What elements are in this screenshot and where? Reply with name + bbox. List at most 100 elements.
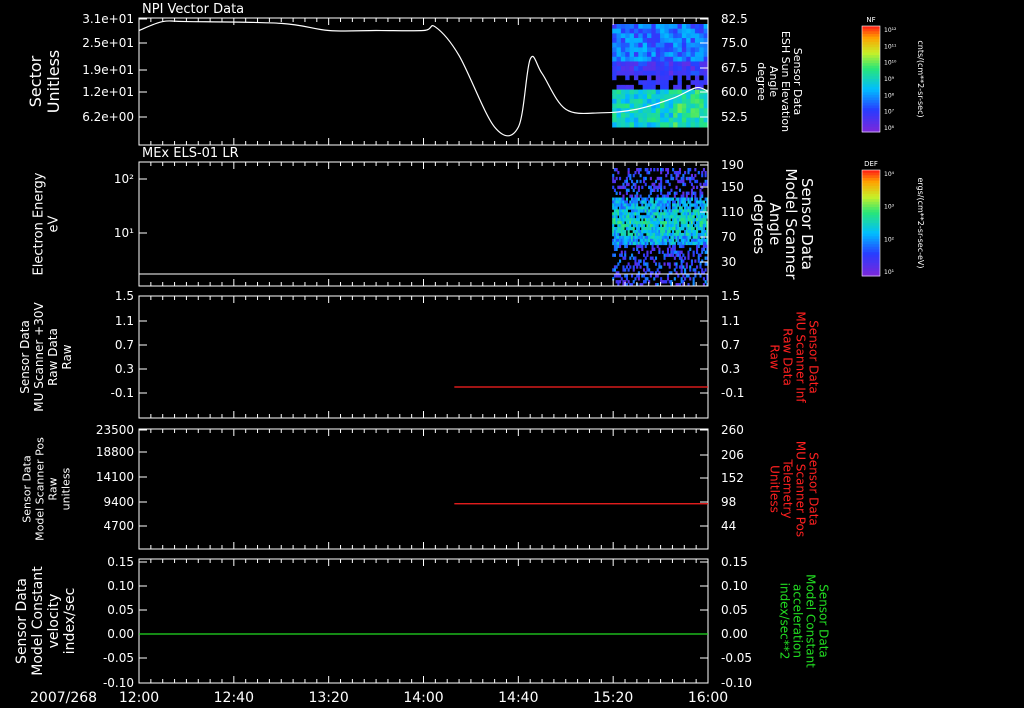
y-tick-label-right: 1.5: [721, 289, 740, 303]
spectrogram-cell: [673, 244, 676, 249]
spectrogram-cell: [642, 117, 648, 123]
spectrogram-cell: [692, 215, 695, 219]
spectrogram-cell: [694, 274, 697, 278]
y-axis-label-left: Sensor Data: [18, 320, 32, 394]
colorbar-tick: 10³: [884, 204, 895, 211]
spectrogram-cell: [658, 247, 661, 251]
spectrogram-cell: [629, 38, 635, 44]
spectrogram-cell: [654, 256, 658, 260]
spectrogram-cell: [680, 250, 683, 254]
spectrogram-cell: [633, 70, 639, 76]
spectrogram-cell: [668, 38, 674, 44]
spectrogram-cell: [685, 221, 688, 225]
spectrogram-cell: [661, 218, 664, 222]
spectrogram-cell: [699, 188, 702, 192]
spectrogram-cell: [690, 259, 693, 263]
spectrogram-cell: [637, 197, 640, 201]
spectrogram-cell: [642, 112, 648, 119]
spectrogram-cell: [651, 244, 654, 249]
spectrogram-cell: [638, 84, 644, 91]
spectrogram-cell: [660, 179, 663, 184]
spectrogram-cell: [633, 61, 639, 67]
y-tick-label-right: 152: [721, 471, 744, 485]
spectrogram-cell: [663, 206, 666, 210]
spectrogram-cell: [673, 98, 679, 105]
spectrogram-cell: [625, 179, 628, 184]
spectrogram-cell: [668, 203, 671, 207]
y-axis-label-left: Electron Energy: [32, 172, 47, 275]
spectrogram-cell: [651, 197, 654, 201]
time-tick-label: 14:00: [403, 690, 443, 706]
y-tick-label-right: 70: [721, 230, 736, 244]
spectrogram-cell: [625, 200, 628, 204]
y-tick-label-right: 110: [721, 205, 744, 219]
spectrogram-cell: [633, 66, 639, 72]
spectrogram-cell: [649, 274, 652, 278]
spectrogram-cell: [625, 66, 631, 72]
spectrogram-cell: [633, 75, 639, 81]
spectrogram-cell: [675, 185, 678, 190]
spectrogram-cell: [630, 274, 634, 278]
spectrogram-cell: [681, 42, 687, 48]
colorbar-label: DEF: [864, 160, 878, 168]
spectrogram-cell: [694, 194, 697, 198]
spectrogram-cell: [647, 61, 652, 67]
spectrogram-cell: [672, 176, 675, 181]
spectrogram-cell: [622, 221, 625, 225]
spectrogram-cell: [666, 274, 670, 278]
spectrogram-cell: [677, 33, 683, 39]
spectrogram-cell: [620, 61, 626, 67]
spectrogram-cell: [696, 229, 699, 234]
spectrogram-cell: [620, 38, 626, 44]
spectrogram-cell: [692, 176, 695, 181]
spectrogram-cell: [624, 256, 627, 260]
spectrogram-cell: [686, 122, 692, 128]
spectrogram-cell: [651, 38, 657, 44]
spectrogram-cell: [616, 24, 622, 30]
y-axis-label-right: Sensor Data: [807, 452, 821, 526]
spectrogram-cell: [638, 89, 644, 95]
spectrogram-cell: [612, 98, 618, 105]
spectrogram-cell: [633, 47, 639, 53]
spectrogram-cell: [690, 89, 696, 95]
spectrogram-cell: [694, 173, 697, 178]
spectrogram-cell: [660, 61, 665, 67]
spectrogram-cell: [649, 168, 652, 172]
spectrogram-cell: [664, 80, 670, 86]
y-tick-label-left: 0.7: [115, 338, 134, 352]
colorbar-tick: 10⁶: [884, 125, 895, 132]
y-tick-label-right: 75.0: [721, 36, 748, 50]
spectrogram-cell: [629, 70, 635, 76]
spectrogram-cell: [615, 265, 618, 269]
date-label: 2007/268: [30, 690, 97, 706]
spectrogram-cell: [655, 52, 661, 58]
spectrogram-cell: [664, 112, 670, 119]
spectrogram-cell: [642, 38, 648, 44]
spectrogram-cell: [694, 108, 700, 114]
spectrogram-cell: [686, 66, 692, 72]
spectrogram-cell: [636, 194, 639, 198]
spectrogram-cell: [633, 103, 639, 109]
spectrogram-cell: [668, 70, 674, 76]
spectrogram-cell: [690, 66, 696, 72]
spectrogram-cell: [625, 117, 631, 123]
spectrogram-cell: [677, 98, 683, 105]
spectrogram-cell: [612, 38, 618, 44]
spectrogram-cell: [699, 262, 702, 266]
spectrogram-cell: [642, 224, 646, 228]
spectrogram-cell: [699, 274, 702, 278]
spectrogram-cell: [689, 168, 692, 172]
spectrogram-cell: [664, 61, 670, 67]
spectrogram-cell: [704, 173, 707, 178]
spectrogram-cell: [678, 168, 682, 172]
spectrogram-cell: [637, 188, 640, 192]
spectrogram-cell: [685, 203, 688, 207]
spectrogram-cell: [677, 117, 683, 123]
spectrogram-cell: [699, 33, 705, 39]
spectrogram-cell: [660, 33, 665, 39]
spectrogram-cell: [686, 52, 692, 58]
spectrogram-cell: [630, 253, 634, 257]
spectrogram-cell: [634, 277, 637, 281]
spectrogram-cell: [639, 265, 642, 269]
spectrogram-cell: [625, 274, 628, 278]
